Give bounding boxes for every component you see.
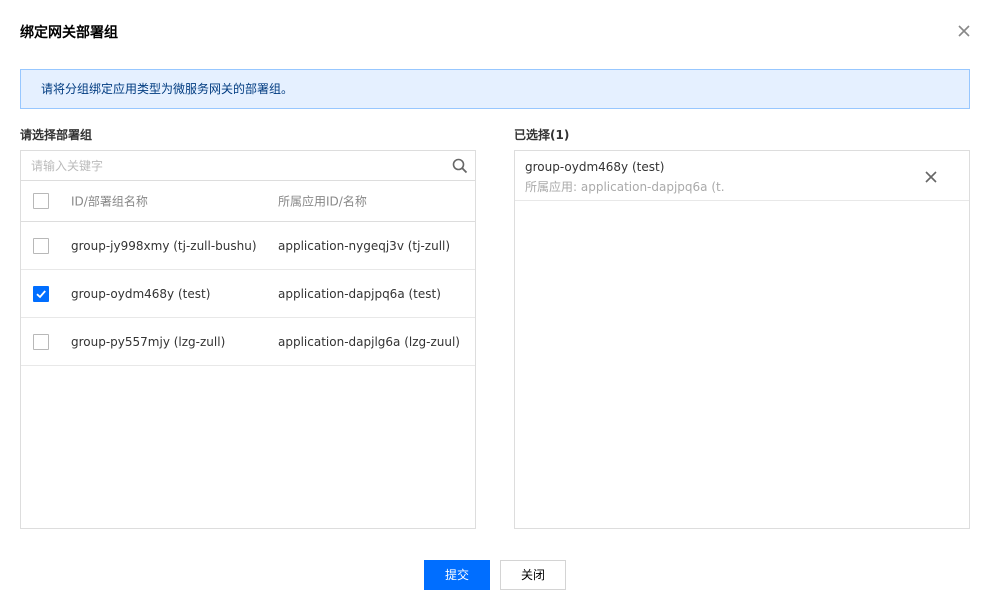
row-group-id: group-py557mjy (lzg-zull) <box>71 334 226 349</box>
row-app-name: application-dapjpq6a (test) <box>278 286 441 301</box>
row-checkbox[interactable] <box>33 333 49 350</box>
table-row[interactable]: group-oydm468y (test) application-dapjpq… <box>21 270 475 318</box>
deploy-group-list: ID/部署组名称 所属应用ID/名称 group-jy998xmy (tj-zu… <box>20 150 476 529</box>
table-header: ID/部署组名称 所属应用ID/名称 <box>21 181 475 222</box>
dialog-title: 绑定网关部署组 <box>20 25 118 41</box>
row-app-name: application-dapjlg6a (lzg-zuul) <box>278 334 460 349</box>
right-panel-label: 已选择(1) <box>514 128 570 142</box>
column-header-app: 所属应用ID/名称 <box>278 194 367 209</box>
search-input[interactable] <box>21 151 475 180</box>
row-group-id: group-oydm468y (test) <box>71 286 211 301</box>
close-button[interactable]: 关闭 <box>500 560 566 590</box>
selected-group-app: 所属应用: application-dapjpq6a (t... <box>525 180 725 194</box>
checkmark-icon <box>36 289 46 298</box>
column-header-id: ID/部署组名称 <box>71 194 148 209</box>
submit-button[interactable]: 提交 <box>424 560 490 590</box>
row-checkbox[interactable] <box>33 237 49 254</box>
close-icon[interactable] <box>956 23 972 39</box>
row-group-id: group-jy998xmy (tj-zull-bushu) <box>71 238 257 253</box>
selected-group-name: group-oydm468y (test) <box>525 160 665 174</box>
table-row[interactable]: group-py557mjy (lzg-zull) application-da… <box>21 318 475 366</box>
notice-banner: 请将分组绑定应用类型为微服务网关的部署组。 <box>20 69 970 109</box>
table-row[interactable]: group-jy998xmy (tj-zull-bushu) applicati… <box>21 222 475 270</box>
selected-list: group-oydm468y (test) 所属应用: application-… <box>514 150 970 529</box>
remove-icon[interactable] <box>925 171 937 183</box>
search-icon[interactable] <box>452 158 468 174</box>
search-bar <box>21 151 475 181</box>
select-all-checkbox[interactable] <box>33 193 49 209</box>
row-app-name: application-nygeqj3v (tj-zull) <box>278 238 451 253</box>
left-panel-label: 请选择部署组 <box>20 128 93 142</box>
selected-item: group-oydm468y (test) 所属应用: application-… <box>515 151 969 201</box>
row-checkbox-checked[interactable] <box>33 285 49 302</box>
